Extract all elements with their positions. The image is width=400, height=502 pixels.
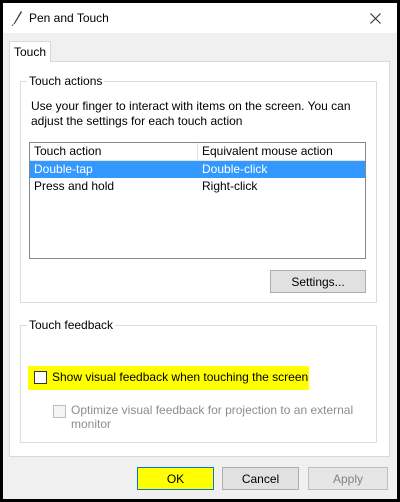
window-title: Pen and Touch — [29, 11, 109, 25]
tab-touch-label: Touch — [13, 45, 47, 59]
touch-tab-panel: Touch actions Use your finger to interac… — [9, 61, 390, 457]
row-touch-action: Double-tap — [34, 162, 93, 176]
optimize-feedback-checkbox[interactable] — [53, 405, 66, 418]
title-bar[interactable]: Pen and Touch — [3, 3, 397, 33]
row-mouse-action: Right-click — [202, 179, 258, 193]
touch-feedback-legend: Touch feedback — [27, 318, 116, 332]
pen-icon — [11, 11, 22, 26]
touch-actions-description: Use your finger to interact with items o… — [31, 99, 351, 128]
row-touch-action: Press and hold — [34, 179, 115, 193]
touch-actions-list[interactable]: Touch action Equivalent mouse action Dou… — [29, 142, 366, 259]
row-mouse-action: Double-click — [202, 162, 268, 176]
ok-button[interactable]: OK — [137, 467, 214, 490]
list-row-press-and-hold[interactable]: Press and hold Right-click — [30, 178, 365, 195]
apply-button[interactable]: Apply — [308, 467, 388, 490]
settings-button[interactable]: Settings... — [270, 270, 366, 293]
cancel-button-label: Cancel — [241, 471, 280, 486]
optimize-feedback-label-line2: monitor — [71, 417, 112, 431]
show-visual-feedback-label[interactable]: Show visual feedback when touching the s… — [52, 370, 308, 385]
settings-button-label: Settings... — [291, 274, 345, 289]
close-icon — [369, 12, 381, 24]
column-header-touch-action[interactable]: Touch action — [30, 143, 198, 160]
list-header: Touch action Equivalent mouse action — [30, 143, 365, 161]
ok-button-label: OK — [166, 471, 185, 486]
show-visual-feedback-checkbox[interactable] — [34, 371, 47, 384]
pen-and-touch-dialog: Pen and Touch Touch Touch actions Use yo… — [3, 3, 397, 499]
dialog-footer: OK Cancel Apply — [3, 457, 397, 499]
cancel-button[interactable]: Cancel — [222, 467, 299, 490]
tab-touch[interactable]: Touch — [9, 41, 51, 62]
close-button[interactable] — [353, 3, 397, 33]
list-row-double-tap[interactable]: Double-tap Double-click — [30, 161, 365, 178]
column-header-mouse-action[interactable]: Equivalent mouse action — [198, 143, 365, 160]
touch-actions-group: Touch actions Use your finger to interac… — [20, 74, 377, 303]
apply-button-label: Apply — [332, 471, 364, 486]
touch-actions-legend: Touch actions — [27, 74, 105, 88]
optimize-feedback-label-line1: Optimize visual feedback for projection … — [71, 403, 354, 417]
